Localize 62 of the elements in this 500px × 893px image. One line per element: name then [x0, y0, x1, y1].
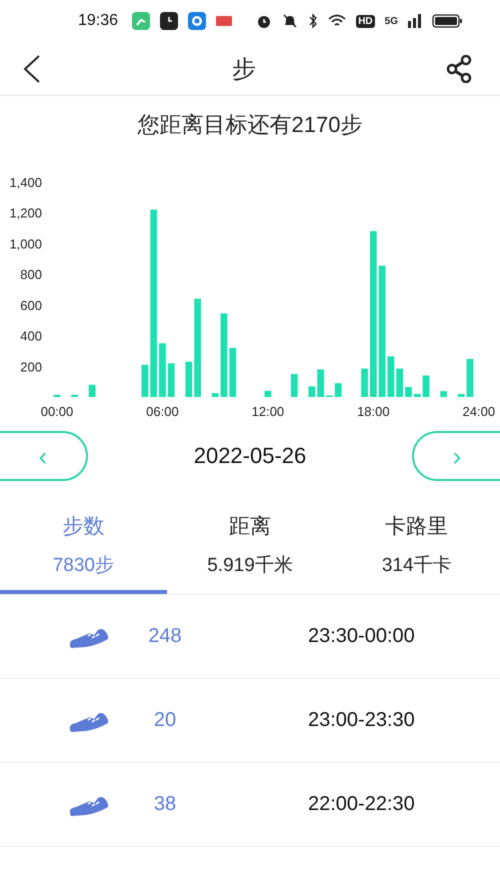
- bar: [466, 358, 474, 397]
- share-button[interactable]: [446, 54, 472, 82]
- hd-badge: HD: [356, 14, 375, 28]
- x-axis-label: 00:00: [40, 404, 74, 419]
- x-axis-label: 06:00: [146, 404, 179, 419]
- time-range: 23:00-23:30: [308, 709, 415, 732]
- network-type: 5G: [384, 16, 398, 26]
- bar: [264, 390, 272, 397]
- bar: [317, 369, 324, 397]
- step-count: 20: [152, 709, 178, 732]
- alarm-icon: [256, 13, 272, 29]
- bar: [458, 394, 465, 397]
- stat-tab[interactable]: 步数 7830步: [0, 506, 167, 594]
- bluetooth-icon: [308, 13, 318, 29]
- step-count: 248: [147, 625, 183, 648]
- wifi-icon: [328, 14, 346, 28]
- bar: [308, 386, 316, 397]
- back-button[interactable]: [22, 54, 42, 84]
- y-axis-label: 1,200: [9, 206, 42, 221]
- step-count: 38: [152, 793, 178, 816]
- x-axis-label: 12:00: [252, 404, 284, 419]
- y-axis-label: 1,000: [9, 236, 42, 252]
- y-axis-label: 800: [20, 267, 42, 282]
- bar: [54, 394, 60, 397]
- x-axis-label: 24:00: [462, 404, 496, 419]
- page-title: 步: [232, 54, 256, 84]
- app-icon: [188, 12, 206, 30]
- bar: [361, 368, 368, 397]
- bar: [71, 394, 78, 397]
- x-axis-label: 18:00: [357, 404, 390, 419]
- bar: [414, 394, 421, 397]
- muted-bell-icon: [282, 13, 298, 29]
- bar: [159, 343, 166, 397]
- app-icon: [132, 12, 150, 30]
- bar: [422, 376, 430, 397]
- bar: [396, 368, 404, 397]
- stat-tab[interactable]: 距离 5.919千米: [166, 506, 334, 594]
- y-axis-label: 200: [20, 359, 42, 374]
- bar: [405, 387, 412, 397]
- status-time: 19:36: [78, 12, 118, 30]
- bar: [290, 374, 298, 397]
- bar: [334, 383, 342, 397]
- bar: [185, 362, 192, 397]
- battery-icon: [432, 14, 462, 28]
- stat-tab[interactable]: 卡路里 314千卡: [333, 506, 500, 594]
- signal-icon: [408, 14, 422, 28]
- bar: [388, 356, 394, 397]
- bar: [212, 393, 219, 397]
- y-axis-label: 1,400: [9, 175, 42, 190]
- time-range: 23:30-00:00: [308, 625, 415, 648]
- bar: [141, 364, 148, 397]
- bar: [440, 391, 448, 397]
- app-icon: [216, 16, 232, 26]
- date-label: 2022-05-26: [194, 443, 306, 469]
- y-axis-label: 600: [20, 298, 42, 313]
- bar: [229, 348, 236, 397]
- time-range: 22:00-22:30: [308, 793, 415, 816]
- y-axis-label: 400: [20, 328, 42, 344]
- bar: [88, 384, 96, 397]
- clock-app-icon: [160, 12, 178, 30]
- goal-text: 您距离目标还有2170步: [136, 111, 364, 139]
- bar: [168, 363, 175, 397]
